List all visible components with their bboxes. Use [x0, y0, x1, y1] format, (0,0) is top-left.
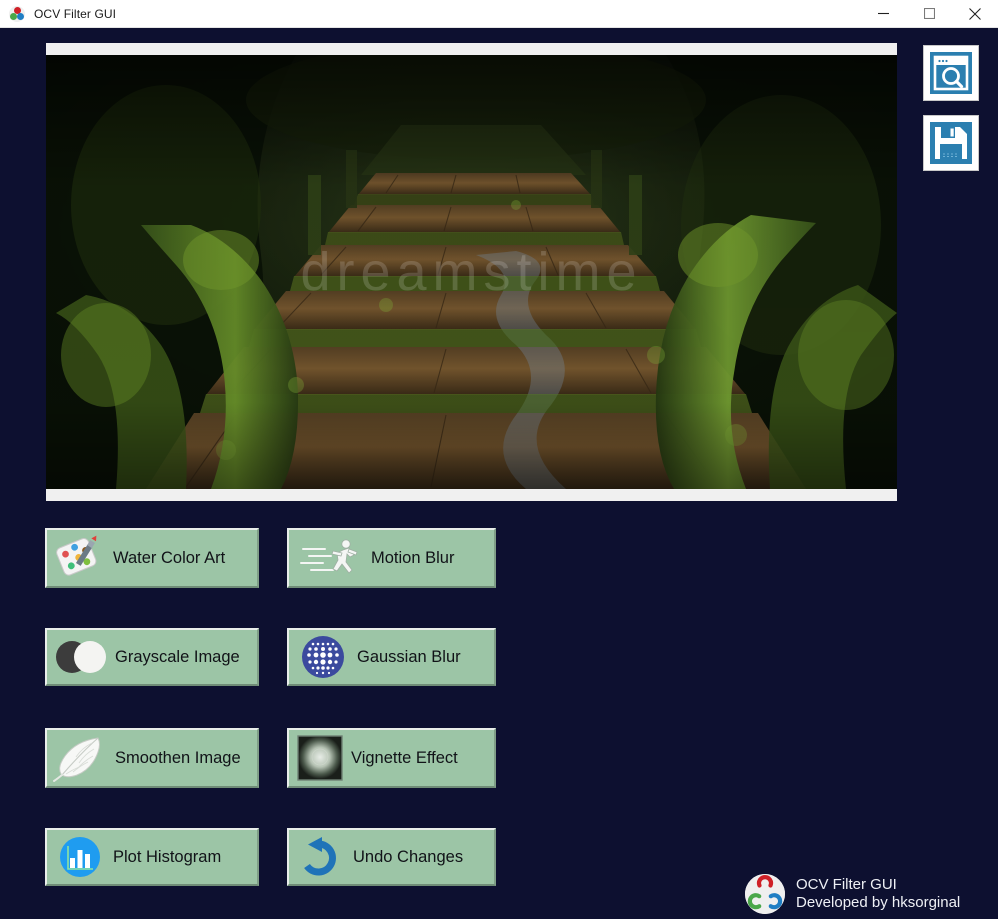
paint-palette-icon	[47, 535, 113, 581]
browse-image-icon	[930, 52, 972, 94]
filter-gaussian-blur[interactable]: Gaussian Blur	[287, 628, 496, 686]
forest-boardwalk-photo	[46, 55, 897, 489]
filter-label: Vignette Effect	[351, 748, 458, 767]
filter-label: Grayscale Image	[115, 647, 240, 666]
feather-icon	[47, 734, 115, 782]
save-image-button[interactable]	[923, 115, 979, 171]
filter-label: Gaussian Blur	[357, 647, 461, 666]
window-title: OCV Filter GUI	[34, 6, 117, 21]
close-icon[interactable]	[952, 0, 998, 28]
filter-label: Water Color Art	[113, 548, 226, 567]
filter-label: Smoothen Image	[115, 748, 241, 767]
two-circles-icon	[47, 635, 115, 679]
open-image-button[interactable]	[923, 45, 979, 101]
filter-grayscale-image[interactable]: Grayscale Image	[45, 628, 259, 686]
filter-water-color-art[interactable]: Water Color Art	[45, 528, 259, 588]
image-preview[interactable]: dreamstime	[46, 55, 897, 489]
filter-vignette-effect[interactable]: Vignette Effect	[287, 728, 496, 788]
filter-motion-blur[interactable]: Motion Blur	[287, 528, 496, 588]
filter-label: Plot Histogram	[113, 847, 222, 866]
footer-branding: OCV Filter GUI Developed by hksorginal	[745, 874, 960, 914]
horizontal-scrollbar-bottom[interactable]	[46, 489, 897, 501]
image-preview-area: dreamstime	[46, 43, 897, 501]
vignette-square-icon	[289, 734, 351, 782]
dot-grid-circle-icon	[289, 634, 357, 680]
undo-arrow-icon	[289, 835, 353, 879]
filter-plot-histogram[interactable]: Plot Histogram	[45, 828, 259, 886]
running-person-icon	[289, 536, 371, 580]
opencv-logo-icon	[9, 5, 25, 22]
maximize-icon[interactable]	[906, 0, 952, 28]
floppy-disk-save-icon	[930, 122, 972, 164]
filter-label: Undo Changes	[353, 847, 464, 866]
filter-undo-changes[interactable]: Undo Changes	[287, 828, 496, 886]
horizontal-scrollbar-top[interactable]	[46, 43, 897, 55]
opencv-logo-icon	[745, 874, 785, 914]
filter-smoothen-image[interactable]: Smoothen Image	[45, 728, 259, 788]
window-controls	[860, 0, 998, 28]
bar-chart-icon	[47, 834, 113, 880]
brand-developer: Developed by hksorginal	[796, 894, 961, 911]
filter-label: Motion Blur	[371, 548, 455, 567]
brand-app-name: OCV Filter GUI	[796, 875, 897, 893]
minimize-icon[interactable]	[860, 0, 906, 28]
window-titlebar: OCV Filter GUI	[0, 0, 998, 28]
